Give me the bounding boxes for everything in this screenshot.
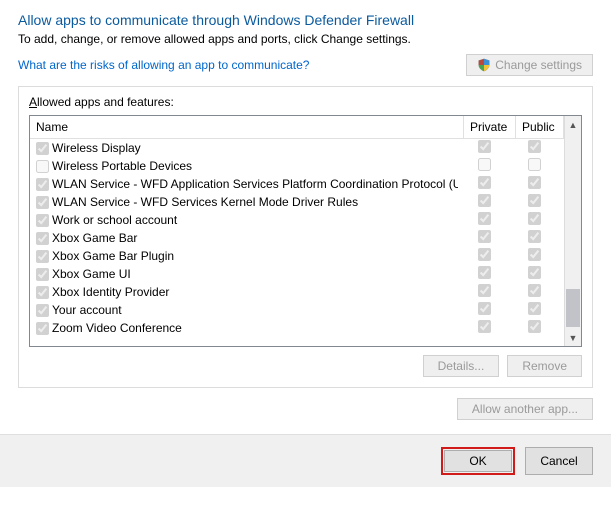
row-public-checkbox[interactable]	[528, 194, 541, 207]
row-private-checkbox[interactable]	[478, 140, 491, 153]
row-private-checkbox[interactable]	[478, 320, 491, 333]
row-public-checkbox[interactable]	[528, 230, 541, 243]
table-row[interactable]: Wireless Portable Devices	[30, 157, 564, 175]
row-public-checkbox[interactable]	[528, 158, 541, 171]
row-public-checkbox[interactable]	[528, 140, 541, 153]
table-row[interactable]: Your account	[30, 301, 564, 319]
row-name-label: Wireless Portable Devices	[52, 159, 192, 173]
row-name-label: Xbox Identity Provider	[52, 285, 169, 299]
group-label: Allowed apps and features:	[29, 95, 582, 109]
scroll-up-icon[interactable]: ▲	[565, 116, 581, 133]
table-row[interactable]: WLAN Service - WFD Application Services …	[30, 175, 564, 193]
scroll-thumb[interactable]	[566, 289, 580, 327]
table-row[interactable]: Xbox Identity Provider	[30, 283, 564, 301]
allowed-apps-group: Allowed apps and features: Name Private …	[18, 86, 593, 388]
row-enable-checkbox[interactable]	[36, 178, 49, 191]
row-name-label: Wireless Display	[52, 141, 141, 155]
row-name-label: Xbox Game UI	[52, 267, 131, 281]
column-name[interactable]: Name	[30, 116, 464, 139]
row-enable-checkbox[interactable]	[36, 268, 49, 281]
column-private[interactable]: Private	[464, 116, 516, 139]
change-settings-label: Change settings	[495, 58, 582, 72]
dialog-button-bar: OK Cancel	[0, 434, 611, 487]
allowed-apps-list[interactable]: Name Private Public Wireless Display Wire…	[29, 115, 582, 347]
row-public-checkbox[interactable]	[528, 212, 541, 225]
row-name-label: WLAN Service - WFD Application Services …	[52, 177, 458, 191]
row-private-checkbox[interactable]	[478, 194, 491, 207]
page-subtext: To add, change, or remove allowed apps a…	[18, 32, 593, 46]
row-enable-checkbox[interactable]	[36, 214, 49, 227]
row-name-label: Xbox Game Bar	[52, 231, 137, 245]
scroll-down-icon[interactable]: ▼	[565, 329, 581, 346]
row-public-checkbox[interactable]	[528, 176, 541, 189]
row-private-checkbox[interactable]	[478, 266, 491, 279]
page-title: Allow apps to communicate through Window…	[18, 12, 593, 28]
table-row[interactable]: Zoom Video Conference	[30, 319, 564, 337]
risks-link[interactable]: What are the risks of allowing an app to…	[18, 58, 309, 72]
row-private-checkbox[interactable]	[478, 248, 491, 261]
row-public-checkbox[interactable]	[528, 320, 541, 333]
row-enable-checkbox[interactable]	[36, 286, 49, 299]
table-row[interactable]: Xbox Game Bar Plugin	[30, 247, 564, 265]
allow-another-app-button[interactable]: Allow another app...	[457, 398, 593, 420]
list-header: Name Private Public	[30, 116, 564, 139]
ok-highlight: OK	[441, 447, 515, 475]
row-private-checkbox[interactable]	[478, 302, 491, 315]
row-public-checkbox[interactable]	[528, 302, 541, 315]
row-name-label: Your account	[52, 303, 122, 317]
row-public-checkbox[interactable]	[528, 284, 541, 297]
row-enable-checkbox[interactable]	[36, 196, 49, 209]
scroll-track[interactable]	[565, 133, 581, 329]
row-name-label: Work or school account	[52, 213, 177, 227]
row-public-checkbox[interactable]	[528, 266, 541, 279]
row-private-checkbox[interactable]	[478, 158, 491, 171]
row-enable-checkbox[interactable]	[36, 250, 49, 263]
table-row[interactable]: WLAN Service - WFD Services Kernel Mode …	[30, 193, 564, 211]
row-enable-checkbox[interactable]	[36, 304, 49, 317]
ok-button[interactable]: OK	[444, 450, 512, 472]
row-private-checkbox[interactable]	[478, 176, 491, 189]
table-row[interactable]: Work or school account	[30, 211, 564, 229]
details-button[interactable]: Details...	[423, 355, 500, 377]
change-settings-button[interactable]: Change settings	[466, 54, 593, 76]
column-public[interactable]: Public	[516, 116, 564, 139]
row-enable-checkbox[interactable]	[36, 232, 49, 245]
row-public-checkbox[interactable]	[528, 248, 541, 261]
row-name-label: Xbox Game Bar Plugin	[52, 249, 174, 263]
scrollbar[interactable]: ▲ ▼	[564, 116, 581, 346]
shield-icon	[477, 58, 491, 72]
row-name-label: Zoom Video Conference	[52, 321, 182, 335]
row-private-checkbox[interactable]	[478, 230, 491, 243]
remove-button[interactable]: Remove	[507, 355, 582, 377]
row-private-checkbox[interactable]	[478, 284, 491, 297]
table-row[interactable]: Xbox Game UI	[30, 265, 564, 283]
cancel-button[interactable]: Cancel	[525, 447, 593, 475]
row-enable-checkbox[interactable]	[36, 322, 49, 335]
table-row[interactable]: Wireless Display	[30, 139, 564, 157]
row-enable-checkbox[interactable]	[36, 142, 49, 155]
table-row[interactable]: Xbox Game Bar	[30, 229, 564, 247]
row-private-checkbox[interactable]	[478, 212, 491, 225]
row-name-label: WLAN Service - WFD Services Kernel Mode …	[52, 195, 358, 209]
row-enable-checkbox[interactable]	[36, 160, 49, 173]
